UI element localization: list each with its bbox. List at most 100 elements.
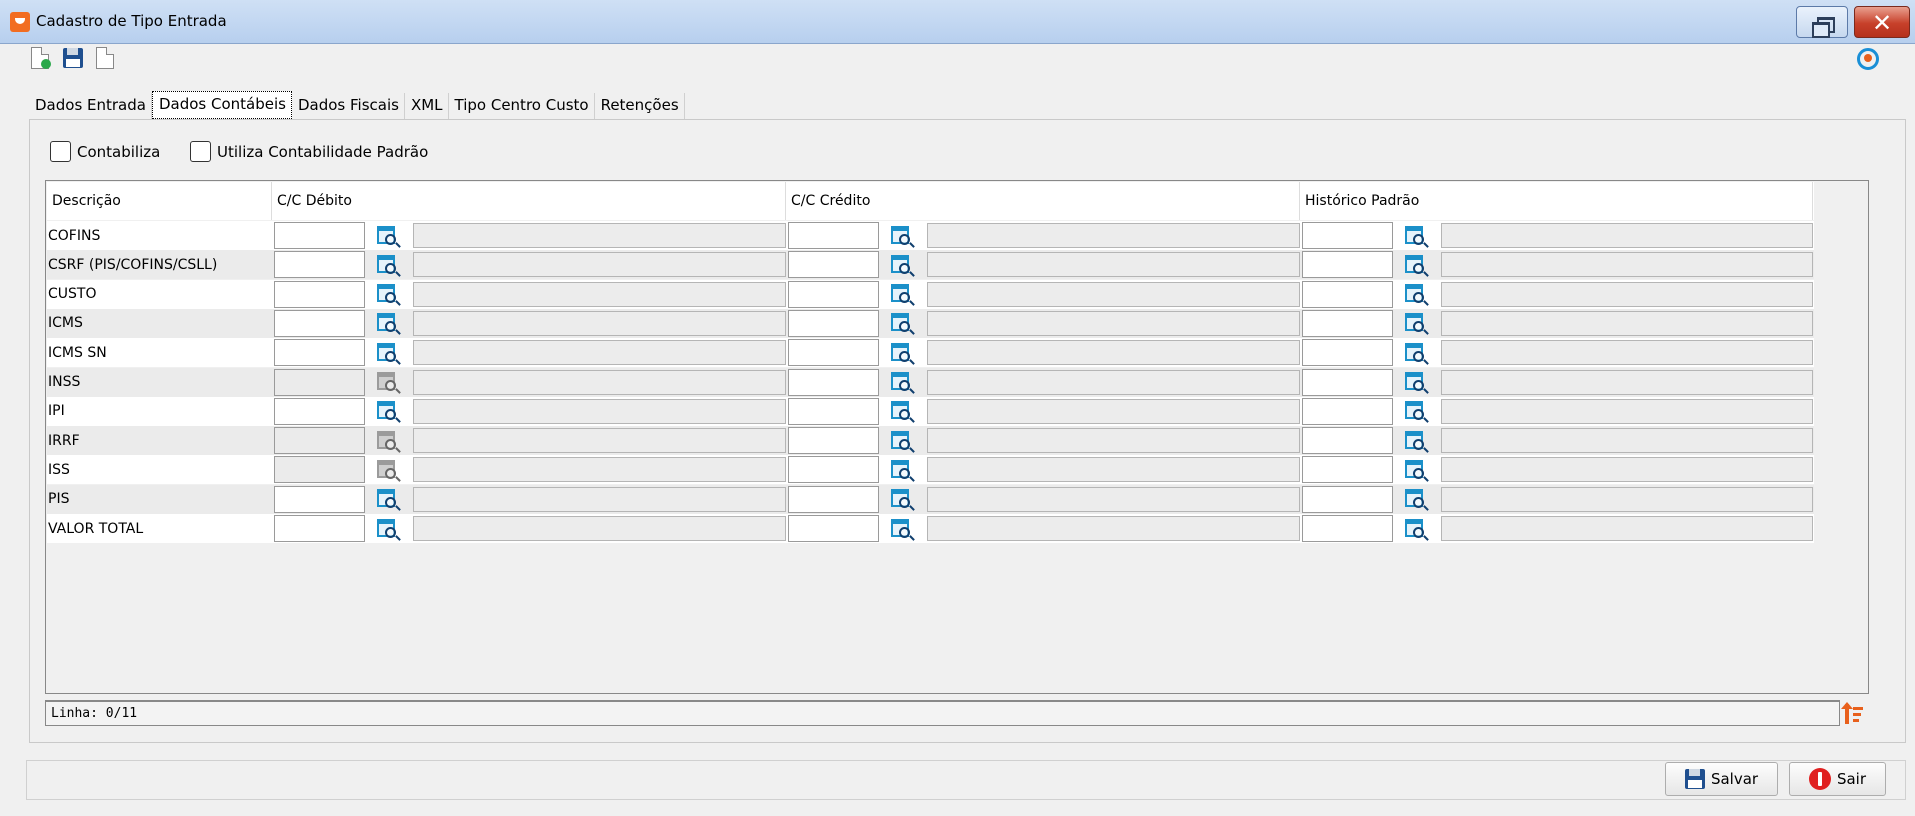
tab-tipo-centro-custo[interactable]: Tipo Centro Custo — [449, 93, 595, 119]
historico-code-input[interactable] — [1302, 222, 1393, 249]
debito-cell — [272, 309, 786, 337]
tab-xml[interactable]: XML — [405, 93, 449, 119]
contabilidade-padrao-checkbox[interactable]: Utiliza Contabilidade Padrão — [190, 141, 428, 162]
contabiliza-checkbox[interactable]: Contabiliza — [50, 141, 160, 162]
credito-code-input[interactable] — [788, 339, 879, 367]
lookup-search-icon[interactable] — [375, 281, 403, 307]
header-historico-padrao[interactable]: Histórico Padrão — [1300, 182, 1813, 220]
lookup-search-icon[interactable] — [1403, 516, 1431, 542]
tab-dados-contabeis[interactable]: Dados Contábeis — [151, 91, 292, 119]
historico-code-input[interactable] — [1302, 339, 1393, 367]
credito-code-input[interactable] — [788, 427, 879, 455]
lookup-search-icon[interactable] — [1403, 310, 1431, 336]
debito-code-input[interactable] — [274, 339, 365, 367]
checkbox-box[interactable] — [190, 141, 211, 162]
new-document-button[interactable] — [28, 47, 52, 71]
lookup-search-icon[interactable] — [1403, 223, 1431, 249]
lookup-search-icon[interactable] — [1403, 369, 1431, 395]
copy-document-button[interactable] — [93, 47, 117, 71]
tab-bar: Dados Entrada Dados Contábeis Dados Fisc… — [29, 91, 685, 119]
lookup-search-icon[interactable] — [889, 340, 917, 366]
credito-code-input[interactable] — [788, 280, 879, 308]
debito-code-input[interactable] — [274, 280, 365, 308]
debito-code-input[interactable] — [274, 485, 365, 513]
title-bar: Cadastro de Tipo Entrada ✕ — [0, 0, 1915, 44]
sort-icon[interactable] — [1841, 702, 1865, 724]
historico-code-input[interactable] — [1302, 251, 1393, 279]
header-cc-credito[interactable]: C/C Crédito — [786, 182, 1300, 220]
close-button[interactable]: ✕ — [1854, 6, 1910, 38]
table-row: CSRF (PIS/COFINS/CSLL) — [47, 250, 1814, 280]
lookup-search-icon[interactable] — [889, 369, 917, 395]
historico-code-input[interactable] — [1302, 427, 1393, 455]
header-cc-debito[interactable]: C/C Débito — [272, 182, 786, 220]
lookup-search-icon[interactable] — [1403, 398, 1431, 424]
save-button[interactable]: Salvar — [1665, 762, 1778, 796]
exit-button[interactable]: Sair — [1789, 762, 1886, 796]
debito-code-input[interactable] — [274, 222, 365, 249]
lookup-search-icon[interactable] — [889, 310, 917, 336]
historico-code-input[interactable] — [1302, 309, 1393, 337]
refresh-icon[interactable] — [1857, 48, 1879, 70]
debito-code-input[interactable] — [274, 309, 365, 337]
lookup-search-icon[interactable] — [889, 398, 917, 424]
credito-code-input[interactable] — [788, 222, 879, 249]
tab-retencoes[interactable]: Retenções — [595, 93, 685, 119]
lookup-search-icon[interactable] — [375, 252, 403, 278]
debito-cell — [272, 456, 786, 484]
credito-code-input[interactable] — [788, 456, 879, 484]
credito-code-input[interactable] — [788, 397, 879, 425]
historico-code-input[interactable] — [1302, 397, 1393, 425]
checkbox-box[interactable] — [50, 141, 71, 162]
table-row: ICMS — [47, 308, 1814, 338]
lookup-search-icon[interactable] — [889, 457, 917, 483]
historico-code-input[interactable] — [1302, 456, 1393, 484]
lookup-search-icon[interactable] — [889, 281, 917, 307]
lookup-search-icon[interactable] — [889, 223, 917, 249]
credito-name-field — [927, 223, 1300, 248]
table-row: IPI — [47, 396, 1814, 426]
historico-code-input[interactable] — [1302, 515, 1393, 542]
debito-code-input[interactable] — [274, 515, 365, 542]
debito-code-input — [274, 368, 365, 396]
lookup-search-icon[interactable] — [889, 428, 917, 454]
historico-code-input[interactable] — [1302, 368, 1393, 396]
row-description: CSRF (PIS/COFINS/CSLL) — [48, 256, 218, 273]
tab-dados-fiscais[interactable]: Dados Fiscais — [292, 93, 405, 119]
app-icon — [10, 12, 30, 32]
lookup-search-icon[interactable] — [375, 486, 403, 512]
lookup-search-icon[interactable] — [1403, 340, 1431, 366]
historico-code-input[interactable] — [1302, 485, 1393, 513]
credito-code-input[interactable] — [788, 251, 879, 279]
lookup-search-icon[interactable] — [375, 310, 403, 336]
lookup-search-icon[interactable] — [889, 486, 917, 512]
debito-name-field — [413, 516, 786, 541]
lookup-search-icon[interactable] — [1403, 252, 1431, 278]
lookup-search-icon[interactable] — [1403, 281, 1431, 307]
lookup-search-icon[interactable] — [1403, 428, 1431, 454]
save-button-label: Salvar — [1710, 770, 1759, 788]
exit-icon — [1808, 768, 1831, 790]
lookup-search-icon[interactable] — [375, 516, 403, 542]
lookup-search-icon[interactable] — [1403, 457, 1431, 483]
debito-name-field — [413, 252, 786, 278]
credito-code-input[interactable] — [788, 515, 879, 542]
lookup-search-icon[interactable] — [375, 398, 403, 424]
historico-code-input[interactable] — [1302, 280, 1393, 308]
lookup-search-icon[interactable] — [375, 223, 403, 249]
header-descricao[interactable]: Descrição — [47, 182, 272, 220]
lookup-search-icon[interactable] — [889, 516, 917, 542]
save-toolbar-button[interactable] — [61, 47, 85, 71]
debito-code-input[interactable] — [274, 397, 365, 425]
debito-code-input[interactable] — [274, 251, 365, 279]
tab-dados-entrada[interactable]: Dados Entrada — [29, 93, 152, 119]
lookup-search-icon[interactable] — [375, 340, 403, 366]
table-row: PIS — [47, 484, 1814, 514]
row-description: ISS — [48, 461, 70, 478]
credito-code-input[interactable] — [788, 368, 879, 396]
restore-button[interactable] — [1796, 6, 1848, 38]
credito-code-input[interactable] — [788, 485, 879, 513]
lookup-search-icon[interactable] — [1403, 486, 1431, 512]
lookup-search-icon[interactable] — [889, 252, 917, 278]
credito-code-input[interactable] — [788, 309, 879, 337]
